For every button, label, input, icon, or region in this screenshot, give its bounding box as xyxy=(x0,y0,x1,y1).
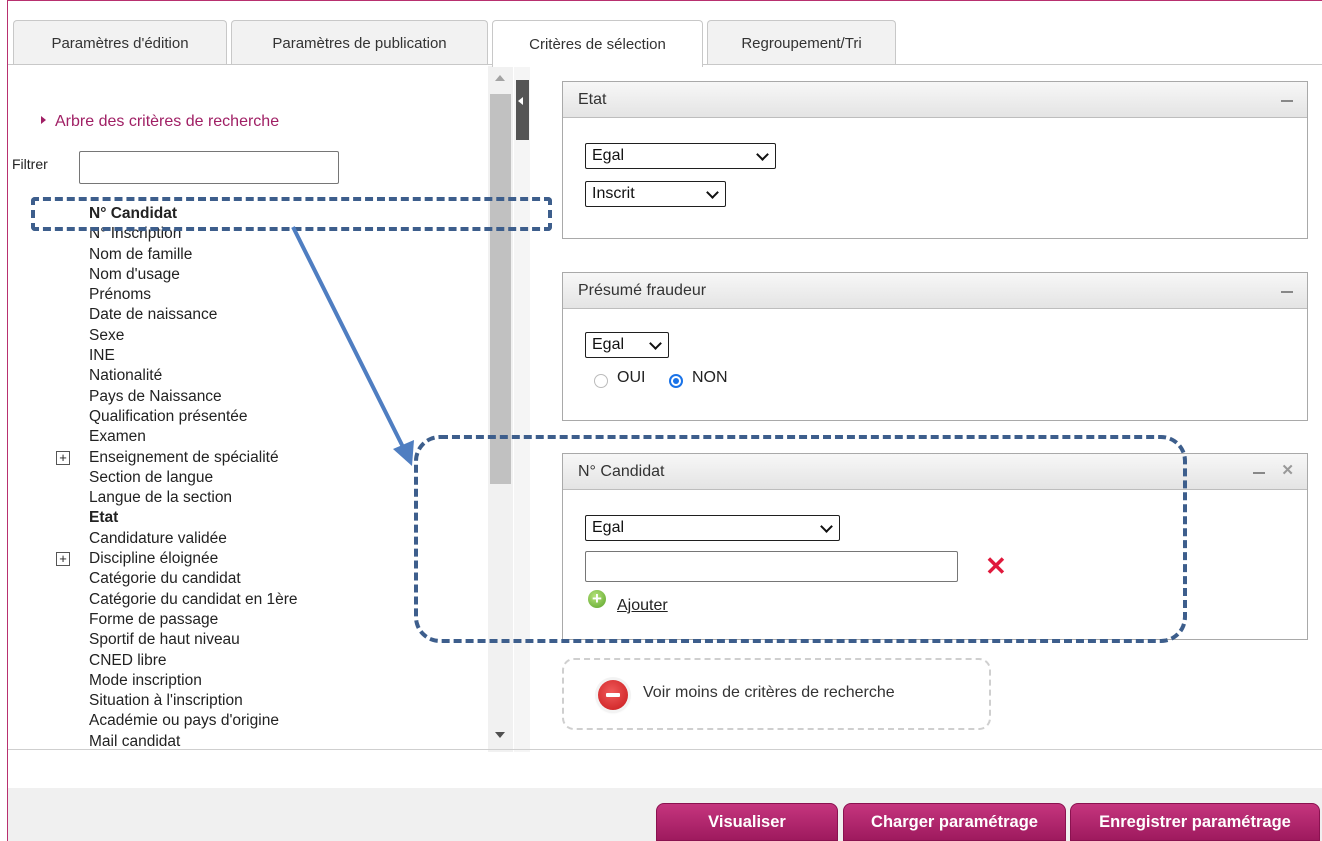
arrow-line xyxy=(291,226,405,448)
tab-criteres-selection[interactable]: Critères de sélection xyxy=(492,20,703,67)
tab-label: Critères de sélection xyxy=(529,35,666,53)
annotation-arrow xyxy=(291,226,414,466)
